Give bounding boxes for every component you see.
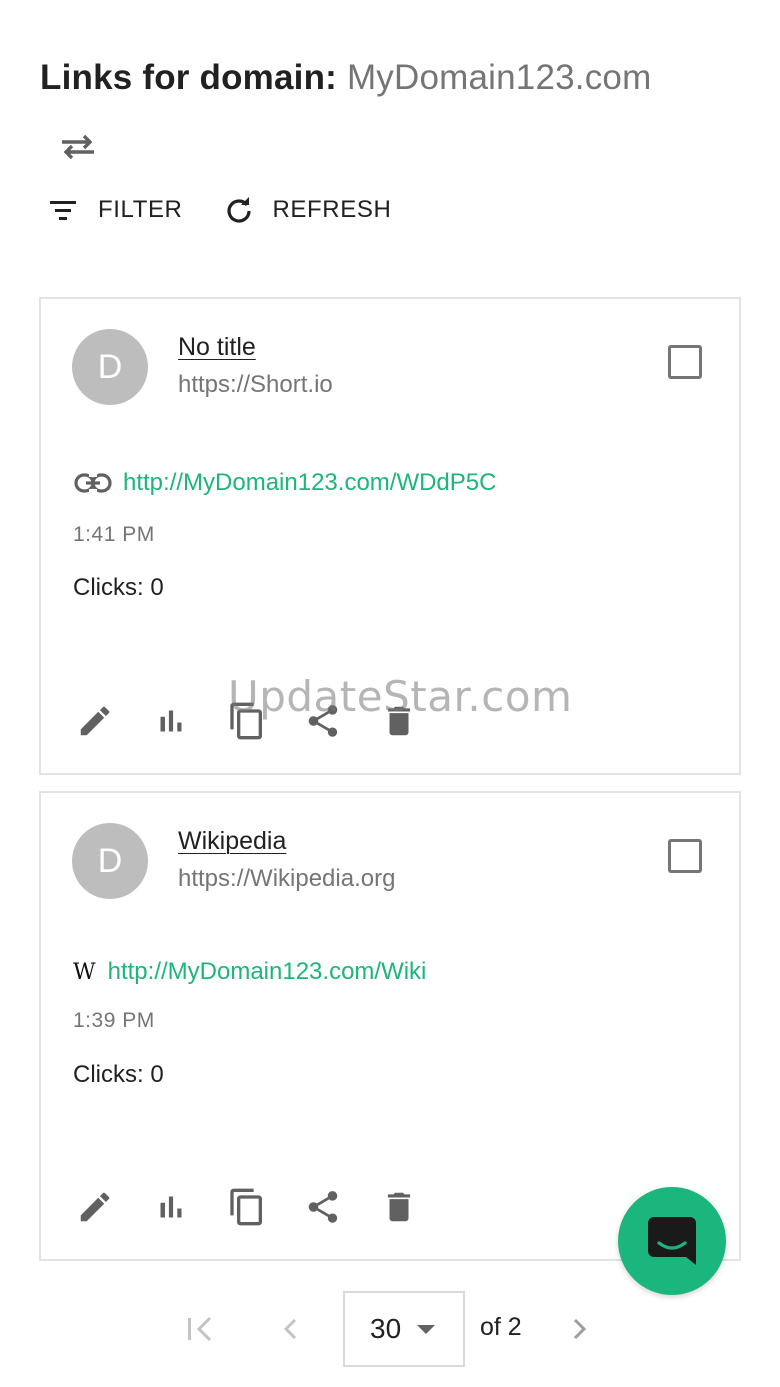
refresh-icon xyxy=(226,197,251,223)
original-url: https://Wikipedia.org xyxy=(178,865,396,892)
share-icon[interactable] xyxy=(303,1187,343,1227)
link-title[interactable]: Wikipedia xyxy=(178,827,286,856)
link-actions xyxy=(75,701,455,741)
page-title-prefix: Links for domain: xyxy=(40,58,347,97)
clicks-count: Clicks: 0 xyxy=(73,1061,164,1088)
chat-button[interactable] xyxy=(618,1187,726,1295)
short-link-row: W http://MyDomain123.com/Wiki xyxy=(73,958,426,986)
page-size-value: 30 xyxy=(370,1313,402,1344)
pagination: 30 of 2 xyxy=(0,1290,780,1368)
refresh-label: REFRESH xyxy=(272,196,392,223)
chat-icon xyxy=(648,1217,696,1265)
next-page-icon[interactable] xyxy=(566,1314,594,1349)
refresh-button[interactable]: REFRESH xyxy=(225,196,392,224)
filter-icon xyxy=(50,201,76,220)
toolbar: FILTER REFRESH xyxy=(48,196,433,224)
link-icon xyxy=(74,473,112,493)
previous-page-icon[interactable] xyxy=(276,1314,304,1349)
delete-icon[interactable] xyxy=(379,1187,419,1227)
delete-icon[interactable] xyxy=(379,701,419,741)
page-count: of 2 xyxy=(480,1313,522,1341)
filter-button[interactable]: FILTER xyxy=(48,196,183,224)
edit-icon[interactable] xyxy=(75,701,115,741)
wikipedia-icon: W xyxy=(73,959,96,985)
link-card: D No title https://Short.io http://MyDom… xyxy=(39,297,741,775)
clicks-count: Clicks: 0 xyxy=(73,574,164,601)
short-url-link[interactable]: http://MyDomain123.com/Wiki xyxy=(108,958,427,986)
created-time: 1:41 PM xyxy=(73,523,155,546)
copy-icon[interactable] xyxy=(227,1187,267,1227)
first-page-icon[interactable] xyxy=(184,1314,216,1349)
avatar: D xyxy=(72,329,148,405)
avatar: D xyxy=(72,823,148,899)
edit-icon[interactable] xyxy=(75,1187,115,1227)
share-icon[interactable] xyxy=(303,701,343,741)
link-title[interactable]: No title xyxy=(178,333,256,362)
short-url-link[interactable]: http://MyDomain123.com/WDdP5C xyxy=(123,469,496,497)
select-checkbox[interactable] xyxy=(668,345,702,379)
page-title-domain: MyDomain123.com xyxy=(346,58,652,97)
page-size-select[interactable]: 30 xyxy=(343,1291,465,1367)
short-link-row: http://MyDomain123.com/WDdP5C xyxy=(73,469,496,497)
stats-icon[interactable] xyxy=(151,701,191,741)
copy-icon[interactable] xyxy=(227,701,267,741)
swap-domain-icon[interactable] xyxy=(56,128,100,164)
original-url: https://Short.io xyxy=(178,371,333,398)
filter-label: FILTER xyxy=(98,196,183,223)
chevron-down-icon xyxy=(417,1325,436,1334)
page-title: Links for domain: MyDomain123.com xyxy=(40,58,651,98)
stats-icon[interactable] xyxy=(151,1187,191,1227)
select-checkbox[interactable] xyxy=(668,839,702,873)
link-actions xyxy=(75,1187,455,1227)
created-time: 1:39 PM xyxy=(73,1009,155,1032)
link-card: D Wikipedia https://Wikipedia.org W http… xyxy=(39,791,741,1261)
